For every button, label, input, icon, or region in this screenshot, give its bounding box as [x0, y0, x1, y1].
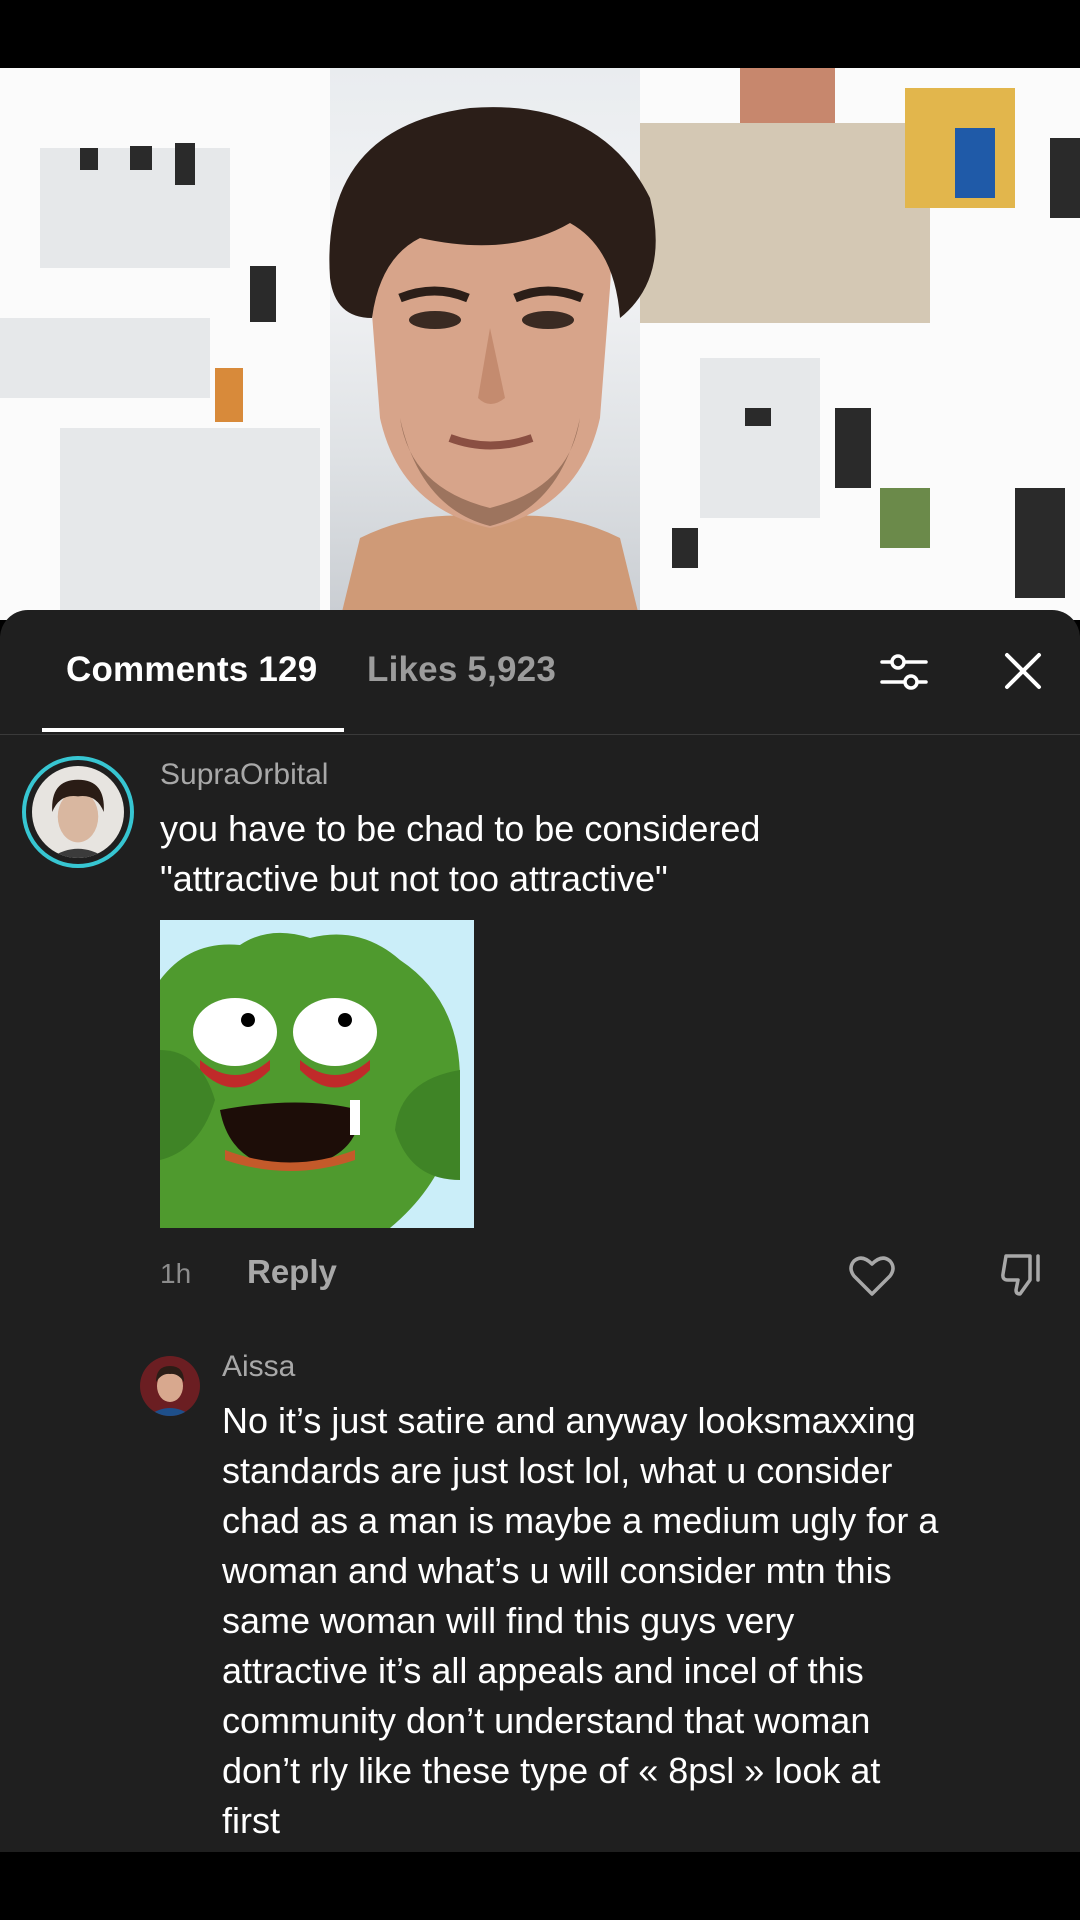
building: [640, 123, 930, 323]
window: [1015, 488, 1065, 598]
status-bar-area: [0, 0, 1080, 68]
window: [130, 146, 152, 170]
reply-text-line: chad as a man is maybe a medium ugly for…: [222, 1500, 939, 1541]
bottom-bar-area: [0, 1852, 1080, 1920]
window: [1050, 138, 1080, 218]
comment-text-line: you have to be chad to be considered: [160, 808, 761, 849]
building: [740, 68, 835, 123]
building: [700, 358, 820, 518]
tab-bar: Comments 129 Likes 5,923: [0, 610, 1080, 734]
person-portrait: [329, 107, 656, 620]
reply-text-line: same woman will find this guys very: [222, 1600, 795, 1641]
sticker-art: [160, 920, 474, 1228]
comment-username[interactable]: SupraOrbital: [160, 758, 328, 792]
active-tab-indicator: [42, 728, 344, 732]
avatar-image: [140, 1356, 200, 1416]
window: [175, 143, 195, 185]
reply-text-line: community don’t understand that woman: [222, 1700, 871, 1741]
reply-text-line: don’t rly like these type of « 8psl » lo…: [222, 1750, 881, 1791]
building: [60, 428, 320, 618]
filter-icon[interactable]: [878, 646, 930, 698]
divider: [0, 734, 1080, 735]
building: [0, 318, 210, 398]
plant: [880, 488, 930, 548]
window: [955, 128, 995, 198]
avatar[interactable]: [140, 1356, 200, 1416]
reply-text-line: woman and what’s u will consider mtn thi…: [222, 1550, 892, 1591]
pepe-sticker-image[interactable]: [160, 920, 474, 1228]
tiny-person: [215, 368, 243, 422]
window: [835, 408, 871, 488]
window: [745, 408, 771, 426]
video-frame[interactable]: [0, 68, 1080, 620]
dislike-icon[interactable]: [998, 1250, 1046, 1298]
reply-username[interactable]: Aissa: [222, 1350, 295, 1384]
tab-comments[interactable]: Comments 129: [66, 650, 317, 690]
comment-text-line: "attractive but not too attractive": [160, 858, 668, 899]
reply-text-line: No it’s just satire and anyway looksmaxx…: [222, 1400, 916, 1441]
close-icon[interactable]: [998, 646, 1048, 696]
tab-likes[interactable]: Likes 5,923: [367, 650, 556, 690]
reply-text-line: standards are just lost lol, what u cons…: [222, 1450, 893, 1491]
window: [250, 266, 276, 322]
reply-text-line: attractive it’s all appeals and incel of…: [222, 1650, 864, 1691]
reply-text-line: first: [222, 1800, 280, 1841]
avatar-image: [32, 766, 124, 858]
reply-button[interactable]: Reply: [247, 1253, 337, 1291]
comments-sheet: Comments 129 Likes 5,923 SupraOrbital yo…: [0, 610, 1080, 1852]
comment-timestamp: 1h: [160, 1258, 192, 1289]
avatar[interactable]: [22, 756, 134, 868]
window: [80, 148, 98, 170]
heart-icon[interactable]: [848, 1254, 896, 1298]
